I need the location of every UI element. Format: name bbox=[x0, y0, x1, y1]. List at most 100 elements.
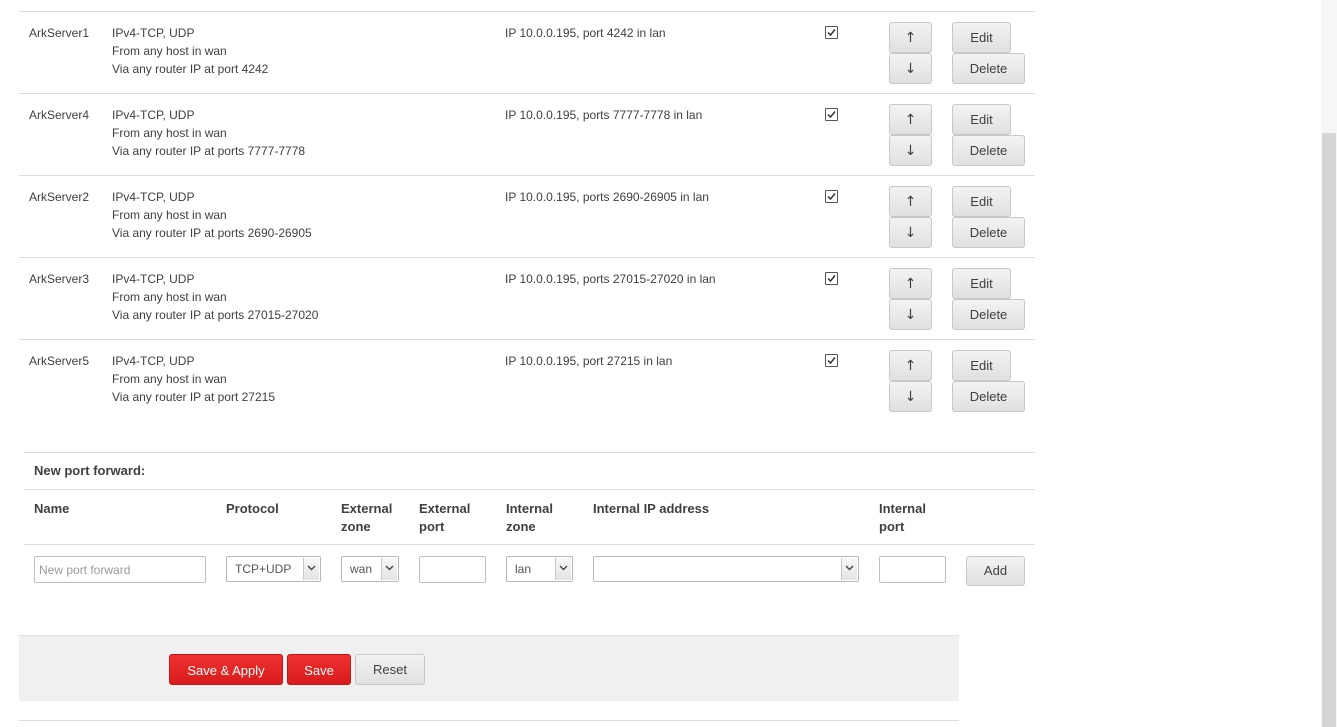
checkmark-icon bbox=[827, 357, 836, 365]
rule-match: IPv4-TCP, UDP From any host in wan Via any… bbox=[112, 188, 312, 242]
protocol-select[interactable]: TCP+UDP bbox=[226, 556, 321, 582]
chevron-down-icon bbox=[303, 558, 319, 580]
enable-checkbox[interactable] bbox=[825, 26, 838, 39]
move-down-button[interactable]: ↓ bbox=[889, 381, 932, 412]
table-row: ArkServer5 IPv4-TCP, UDP From any host in … bbox=[19, 340, 1035, 422]
delete-button[interactable]: Delete bbox=[952, 299, 1025, 330]
rule-match-line: From any host in wan bbox=[112, 372, 227, 386]
chevron-down-icon bbox=[841, 558, 857, 580]
rule-action: IP 10.0.0.195, ports 2690-26905 in lan bbox=[505, 190, 709, 204]
rule-action: IP 10.0.0.195, ports 7777-7778 in lan bbox=[505, 108, 703, 122]
add-button[interactable]: Add bbox=[966, 556, 1025, 586]
rule-name: ArkServer4 bbox=[29, 108, 90, 122]
delete-button[interactable]: Delete bbox=[952, 381, 1025, 412]
move-down-button[interactable]: ↓ bbox=[889, 299, 932, 330]
enable-checkbox[interactable] bbox=[825, 190, 838, 203]
header-name: Name bbox=[34, 501, 70, 516]
rule-name: ArkServer1 bbox=[29, 26, 90, 40]
rule-match-line: IPv4-TCP, UDP bbox=[112, 108, 195, 122]
arrow-down-icon: ↓ bbox=[904, 61, 917, 77]
new-port-forward-title: New port forward: bbox=[34, 463, 146, 478]
rule-match: IPv4-TCP, UDP From any host in wan Via any… bbox=[112, 352, 275, 406]
internal-ip-select[interactable] bbox=[593, 556, 859, 582]
reset-button[interactable]: Reset bbox=[355, 654, 425, 685]
edit-button[interactable]: Edit bbox=[952, 186, 1011, 217]
edit-button[interactable]: Edit bbox=[952, 350, 1011, 381]
rule-match-line: Via any router IP at port 27215 bbox=[112, 390, 276, 404]
rule-match-line: From any host in wan bbox=[112, 290, 227, 304]
delete-button[interactable]: Delete bbox=[952, 53, 1025, 84]
header-internal-ip: Internal IP address bbox=[593, 501, 710, 516]
move-up-button[interactable]: ↑ bbox=[889, 104, 932, 135]
rule-match-line: From any host in wan bbox=[112, 44, 227, 58]
footer-action-bar: Save & Apply Save Reset bbox=[19, 635, 959, 701]
enable-checkbox[interactable] bbox=[825, 108, 838, 121]
header-internal-port: Internal port bbox=[879, 501, 926, 534]
internal-zone-select-value: lan bbox=[515, 562, 532, 576]
arrow-up-icon: ↑ bbox=[904, 276, 917, 292]
bottom-divider bbox=[19, 720, 959, 721]
arrow-up-icon: ↑ bbox=[904, 112, 917, 128]
move-down-button[interactable]: ↓ bbox=[889, 217, 932, 248]
checkmark-icon bbox=[827, 275, 836, 283]
enable-checkbox[interactable] bbox=[825, 354, 838, 367]
arrow-up-icon: ↑ bbox=[904, 30, 917, 46]
external-zone-select[interactable]: wan bbox=[341, 556, 399, 582]
delete-button[interactable]: Delete bbox=[952, 135, 1025, 166]
move-down-button[interactable]: ↓ bbox=[889, 135, 932, 166]
rule-action: IP 10.0.0.195, port 27215 in lan bbox=[505, 354, 673, 368]
rule-match-line: IPv4-TCP, UDP bbox=[112, 190, 195, 204]
chevron-down-icon bbox=[381, 558, 397, 580]
rule-match-line: Via any router IP at ports 2690-26905 bbox=[112, 226, 312, 240]
header-external-zone: External zone bbox=[341, 501, 393, 534]
rule-match-line: From any host in wan bbox=[112, 208, 227, 222]
section-divider bbox=[24, 452, 1035, 453]
rule-match: IPv4-TCP, UDP From any host in wan Via any… bbox=[112, 24, 268, 78]
protocol-select-value: TCP+UDP bbox=[235, 562, 292, 576]
rule-match-line: Via any router IP at port 4242 bbox=[112, 62, 269, 76]
edit-button[interactable]: Edit bbox=[952, 22, 1011, 53]
rule-match-line: IPv4-TCP, UDP bbox=[112, 26, 195, 40]
table-row: ArkServer3 IPv4-TCP, UDP From any host in … bbox=[19, 258, 1035, 340]
new-forward-name-input[interactable] bbox=[34, 556, 206, 583]
header-internal-zone: Internal zone bbox=[506, 501, 553, 534]
rule-match-line: From any host in wan bbox=[112, 126, 227, 140]
enable-checkbox[interactable] bbox=[825, 272, 838, 285]
save-apply-button[interactable]: Save & Apply bbox=[169, 654, 283, 685]
table-row: ArkServer4 IPv4-TCP, UDP From any host in … bbox=[19, 94, 1035, 176]
internal-port-input[interactable] bbox=[879, 556, 946, 583]
arrow-down-icon: ↓ bbox=[904, 143, 917, 159]
table-row: ArkServer2 IPv4-TCP, UDP From any host in … bbox=[19, 176, 1035, 258]
checkmark-icon bbox=[827, 193, 836, 201]
rule-match: IPv4-TCP, UDP From any host in wan Via any… bbox=[112, 270, 318, 324]
move-up-button[interactable]: ↑ bbox=[889, 350, 932, 381]
save-button[interactable]: Save bbox=[287, 654, 351, 685]
arrow-down-icon: ↓ bbox=[904, 225, 917, 241]
arrow-down-icon: ↓ bbox=[904, 389, 917, 405]
move-up-button[interactable]: ↑ bbox=[889, 22, 932, 53]
header-divider bbox=[24, 489, 1035, 490]
rule-name: ArkServer2 bbox=[29, 190, 90, 204]
header-external-port: External port bbox=[419, 501, 471, 534]
internal-zone-select[interactable]: lan bbox=[506, 556, 573, 582]
rule-match: IPv4-TCP, UDP From any host in wan Via any… bbox=[112, 106, 305, 160]
move-up-button[interactable]: ↑ bbox=[889, 186, 932, 217]
arrow-up-icon: ↑ bbox=[904, 194, 917, 210]
edit-button[interactable]: Edit bbox=[952, 268, 1011, 299]
header-protocol: Protocol bbox=[226, 501, 279, 516]
external-port-input[interactable] bbox=[419, 556, 486, 583]
rule-name: ArkServer5 bbox=[29, 354, 90, 368]
rule-match-line: Via any router IP at ports 27015-27020 bbox=[112, 308, 319, 322]
checkmark-icon bbox=[827, 29, 836, 37]
move-up-button[interactable]: ↑ bbox=[889, 268, 932, 299]
checkmark-icon bbox=[827, 111, 836, 119]
delete-button[interactable]: Delete bbox=[952, 217, 1025, 248]
move-down-button[interactable]: ↓ bbox=[889, 53, 932, 84]
rule-action: IP 10.0.0.195, port 4242 in lan bbox=[505, 26, 666, 40]
scrollbar-thumb[interactable] bbox=[1322, 133, 1336, 727]
chevron-down-icon bbox=[555, 558, 571, 580]
edit-button[interactable]: Edit bbox=[952, 104, 1011, 135]
rule-name: ArkServer3 bbox=[29, 272, 90, 286]
rule-match-line: IPv4-TCP, UDP bbox=[112, 354, 195, 368]
arrow-up-icon: ↑ bbox=[904, 358, 917, 374]
